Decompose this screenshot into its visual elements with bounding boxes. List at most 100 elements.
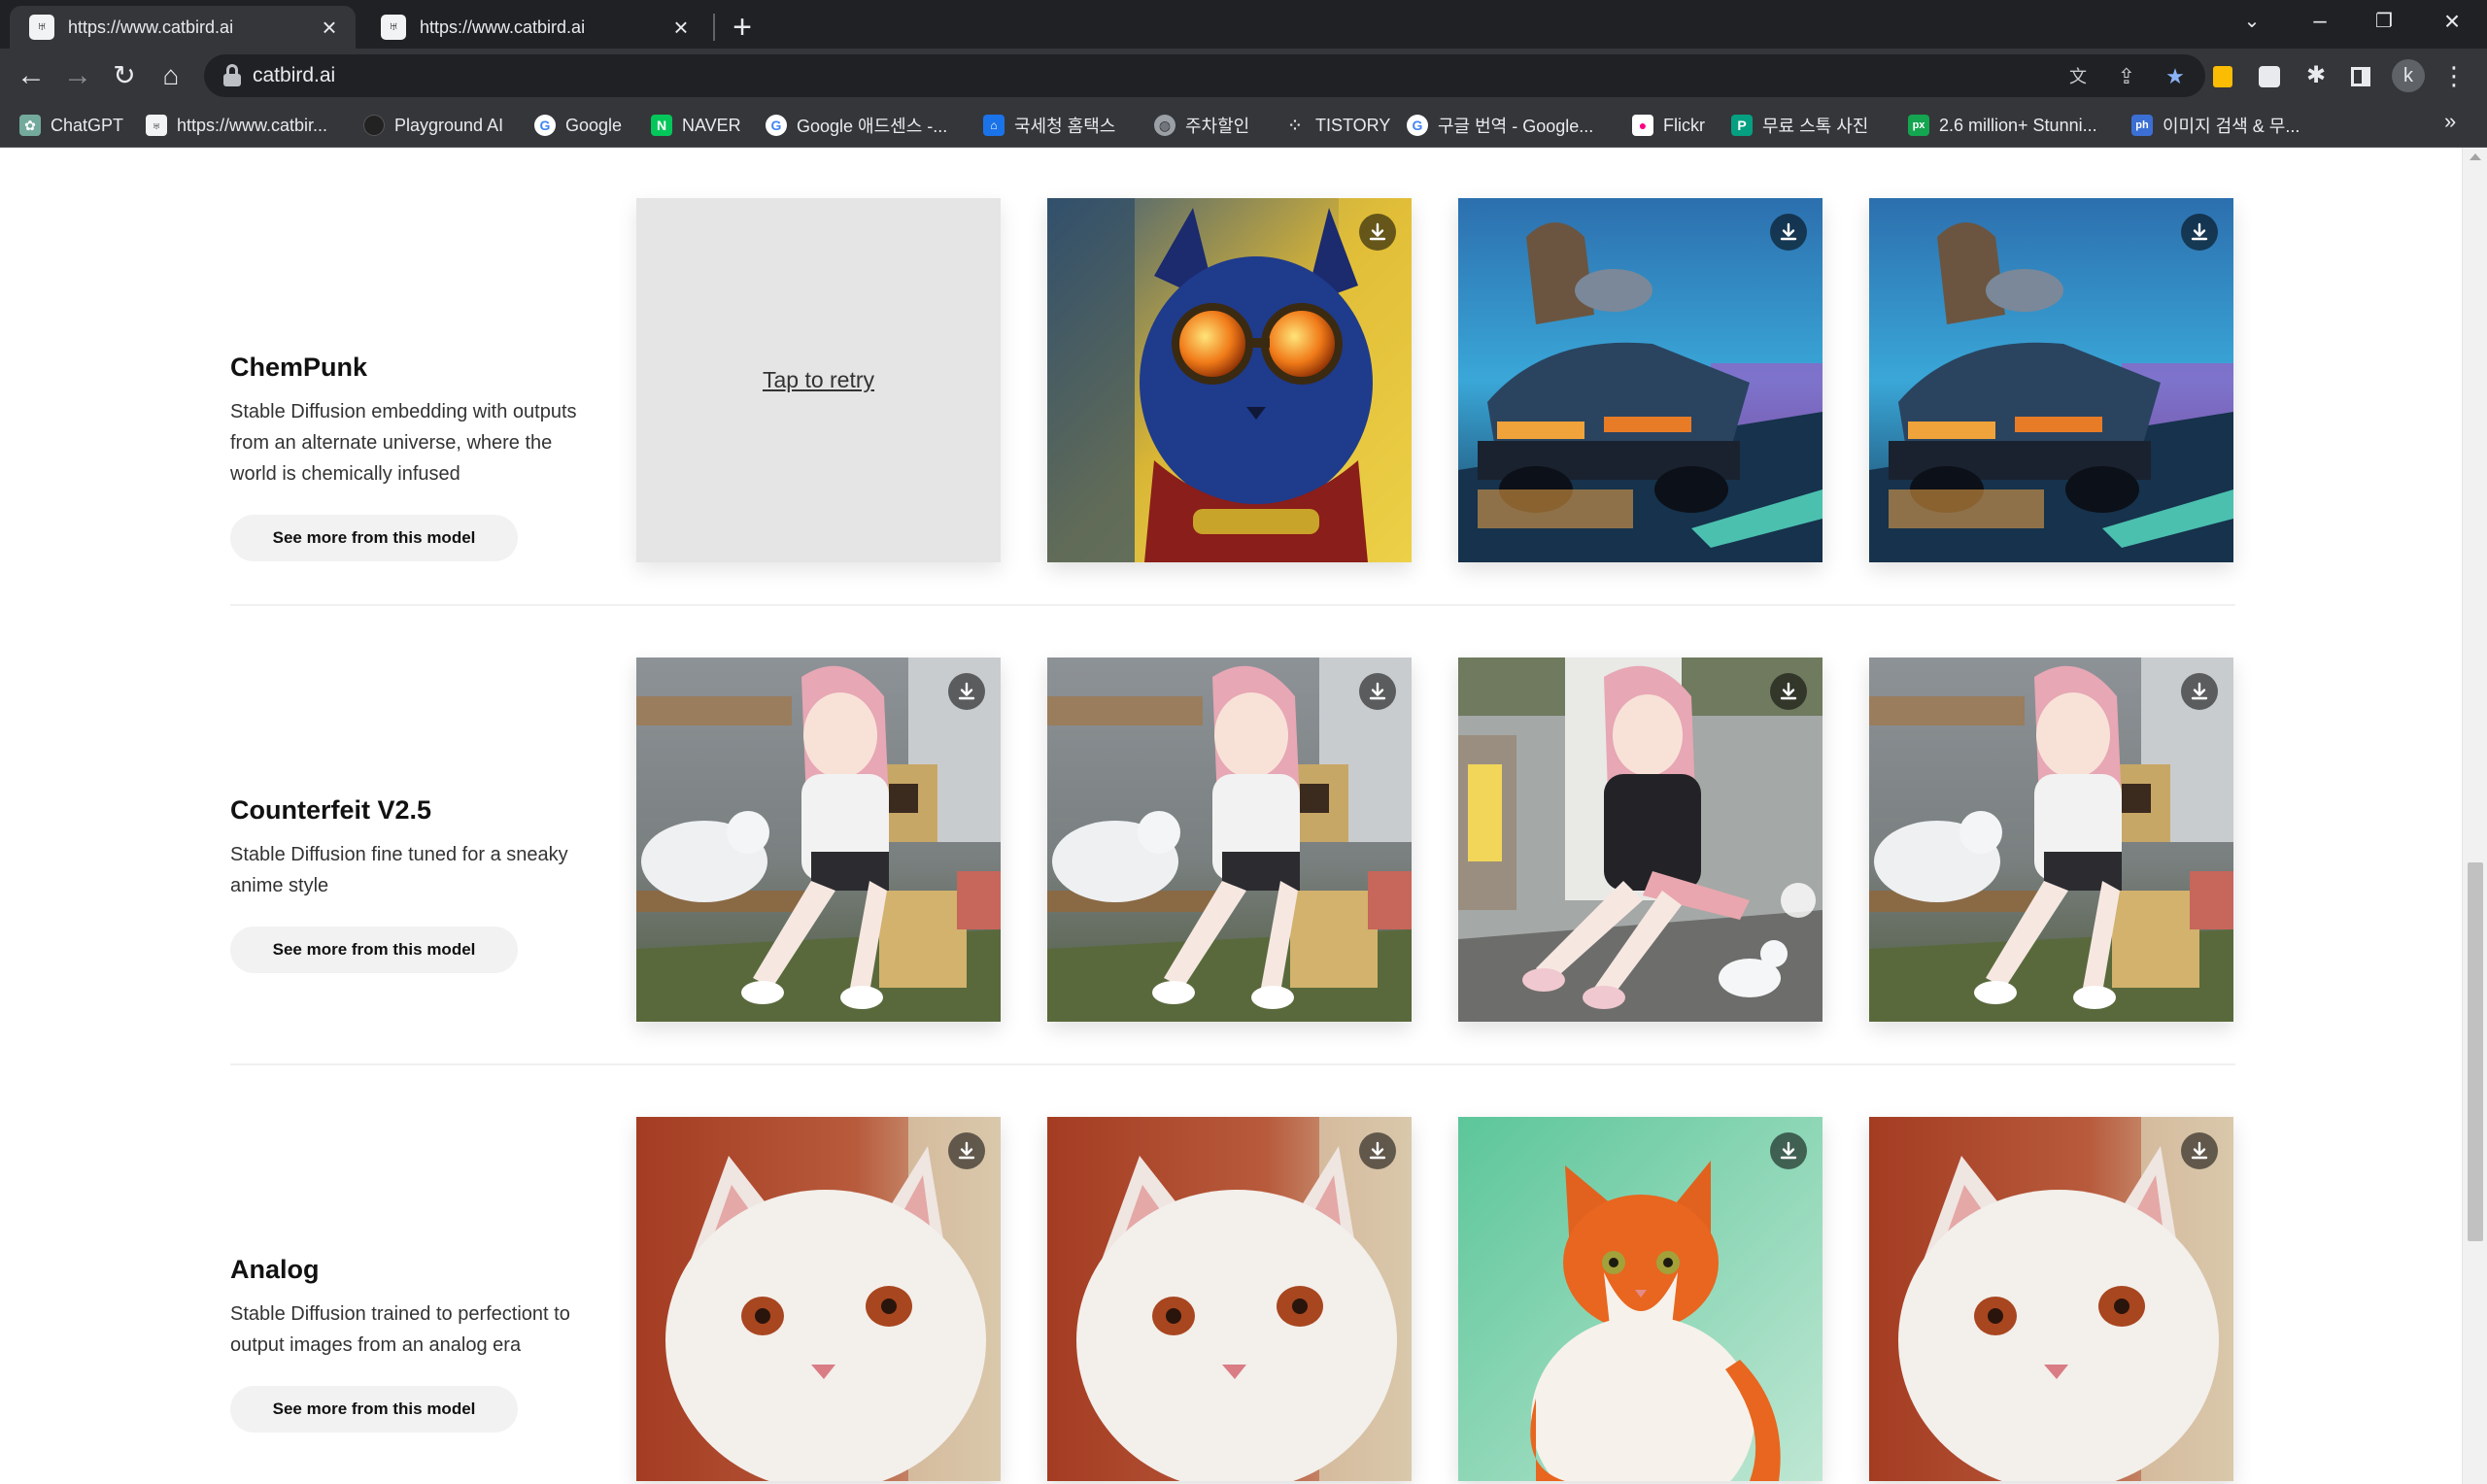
scroll-up-arrow-icon[interactable] [2470,153,2481,160]
bookmark-playground-ai[interactable]: Playground AI [363,111,503,140]
bookmark-label: Google 애드센스 -... [797,117,948,136]
new-tab-button[interactable]: + [725,10,760,45]
stock-photo-icon: P [1731,115,1753,136]
image-search-icon: ph [2131,115,2153,136]
see-more-button[interactable]: See more from this model [230,927,518,973]
download-icon [1780,222,1797,241]
image-tile[interactable] [1458,1117,1823,1481]
download-button[interactable] [1770,1132,1807,1169]
tap-to-retry-link[interactable]: Tap to retry [763,367,874,393]
bookmark-chatgpt[interactable]: ✿ ChatGPT [19,111,123,140]
image-tile[interactable] [636,658,1001,1022]
url-text[interactable]: catbird.ai [253,64,335,87]
profile-avatar[interactable]: k [2392,59,2425,92]
extension-notes-icon[interactable] [2207,60,2238,91]
bookmark-google[interactable]: G Google [534,111,622,140]
bookmark-adsense[interactable]: G Google 애드센스 -... [766,111,947,140]
image-tile[interactable] [1458,198,1823,562]
download-button[interactable] [1770,214,1807,251]
download-icon [2191,222,2208,241]
tab-separator [713,14,715,41]
tab-2[interactable]: ♅ https://www.catbird.ai × [361,6,707,49]
bookmark-catbird[interactable]: ♅ https://www.catbir... [146,111,327,140]
close-window-button[interactable]: × [2423,4,2481,39]
download-button[interactable] [948,1132,985,1169]
bookmark-image-search[interactable]: ph 이미지 검색 & 무... [2131,111,2300,140]
page-scrollbar[interactable] [2462,148,2487,1484]
bookmark-google-translate[interactable]: G 구글 번역 - Google... [1407,111,1593,140]
lock-icon[interactable] [223,64,241,87]
pixabay-icon: px [1908,115,1929,136]
download-button[interactable] [1359,214,1396,251]
download-icon [2191,682,2208,700]
image-tile[interactable] [1047,198,1412,562]
catbird-favicon-icon: ♅ [29,15,54,40]
bookmark-label: 국세청 홈택스 [1014,117,1116,136]
model-name: Analog [230,1255,320,1284]
image-tile[interactable] [1869,658,2233,1022]
forward-button[interactable]: → [58,56,97,95]
image-retry-tile[interactable]: Tap to retry [636,198,1001,562]
bookmark-label: NAVER [682,115,741,135]
image-tile[interactable] [636,1117,1001,1481]
menu-kebab-icon[interactable]: ⋮ [2438,60,2470,91]
close-icon[interactable]: × [668,15,694,40]
side-panel-icon[interactable] [2345,60,2376,91]
bookmark-parking[interactable]: ◍ 주차할인 [1154,111,1249,140]
see-more-button[interactable]: See more from this model [230,515,518,561]
restore-button[interactable]: ❐ [2355,4,2413,39]
image-tile[interactable] [1047,1117,1412,1481]
download-button[interactable] [1770,673,1807,710]
futuristic-car-image [1869,198,2233,562]
reload-button[interactable]: ↻ [105,56,144,95]
bookmark-label: https://www.catbir... [177,115,328,135]
download-button[interactable] [2181,214,2218,251]
image-tile[interactable] [1869,198,2233,562]
back-button[interactable]: ← [12,56,51,95]
image-tile[interactable] [1458,658,1823,1022]
bookmark-hometax[interactable]: ⌂ 국세청 홈택스 [983,111,1115,140]
tistory-icon: ⁘ [1289,117,1301,133]
bookmark-label: 주차할인 [1185,117,1250,136]
model-info: Analog Stable Diffusion trained to perfe… [230,1255,599,1433]
bookmark-flickr[interactable]: ● Flickr [1632,111,1705,140]
see-more-button[interactable]: See more from this model [230,1386,518,1433]
tab-search-icon[interactable]: ⌄ [2223,4,2281,39]
bookmark-tistory[interactable]: ⁘ TISTORY [1284,111,1390,140]
scrollbar-thumb[interactable] [2468,862,2483,1241]
bookmark-naver[interactable]: N NAVER [651,111,741,140]
close-icon[interactable]: × [317,15,342,40]
translate-icon[interactable]: 文 [2063,62,2093,91]
image-tile[interactable] [1869,1117,2233,1481]
share-icon[interactable]: ⇪ [2112,62,2141,91]
download-icon [958,682,975,700]
bookmark-star-icon[interactable]: ★ [2161,62,2190,91]
model-name: Counterfeit V2.5 [230,795,432,825]
extension-openai-icon[interactable] [2254,60,2285,91]
extensions-puzzle-icon[interactable]: ✱ [2300,60,2332,91]
download-icon [1780,682,1797,700]
google-icon: G [1407,115,1428,136]
catbird-favicon-icon: ♅ [381,15,406,40]
bookmark-label: 2.6 million+ Stunni... [1939,115,2097,135]
download-button[interactable] [2181,673,2218,710]
minimize-button[interactable]: – [2291,4,2349,39]
futuristic-car-image [1458,198,1823,562]
google-icon: G [766,115,787,136]
bookmarks-overflow-icon[interactable]: » [2444,109,2456,134]
orange-cat-image [1458,1117,1823,1481]
image-tile[interactable] [1047,658,1412,1022]
download-button[interactable] [1359,673,1396,710]
download-button[interactable] [948,673,985,710]
home-button[interactable]: ⌂ [152,56,190,95]
address-bar[interactable]: catbird.ai 文 ⇪ ★ [204,54,2205,97]
tab-title: https://www.catbird.ai [420,17,586,37]
bookmarks-bar: ✿ ChatGPT ♅ https://www.catbir... Playgrou… [0,103,2487,148]
model-section-analog: Analog Stable Diffusion trained to perfe… [230,1065,2235,1484]
bookmark-pixabay[interactable]: px 2.6 million+ Stunni... [1908,111,2097,140]
bookmark-stock-photos[interactable]: P 무료 스톡 사진 [1731,111,1868,140]
download-button[interactable] [2181,1132,2218,1169]
tab-1[interactable]: ♅ https://www.catbird.ai × [10,6,356,49]
goggles-cat-image [1047,198,1412,562]
download-button[interactable] [1359,1132,1396,1169]
